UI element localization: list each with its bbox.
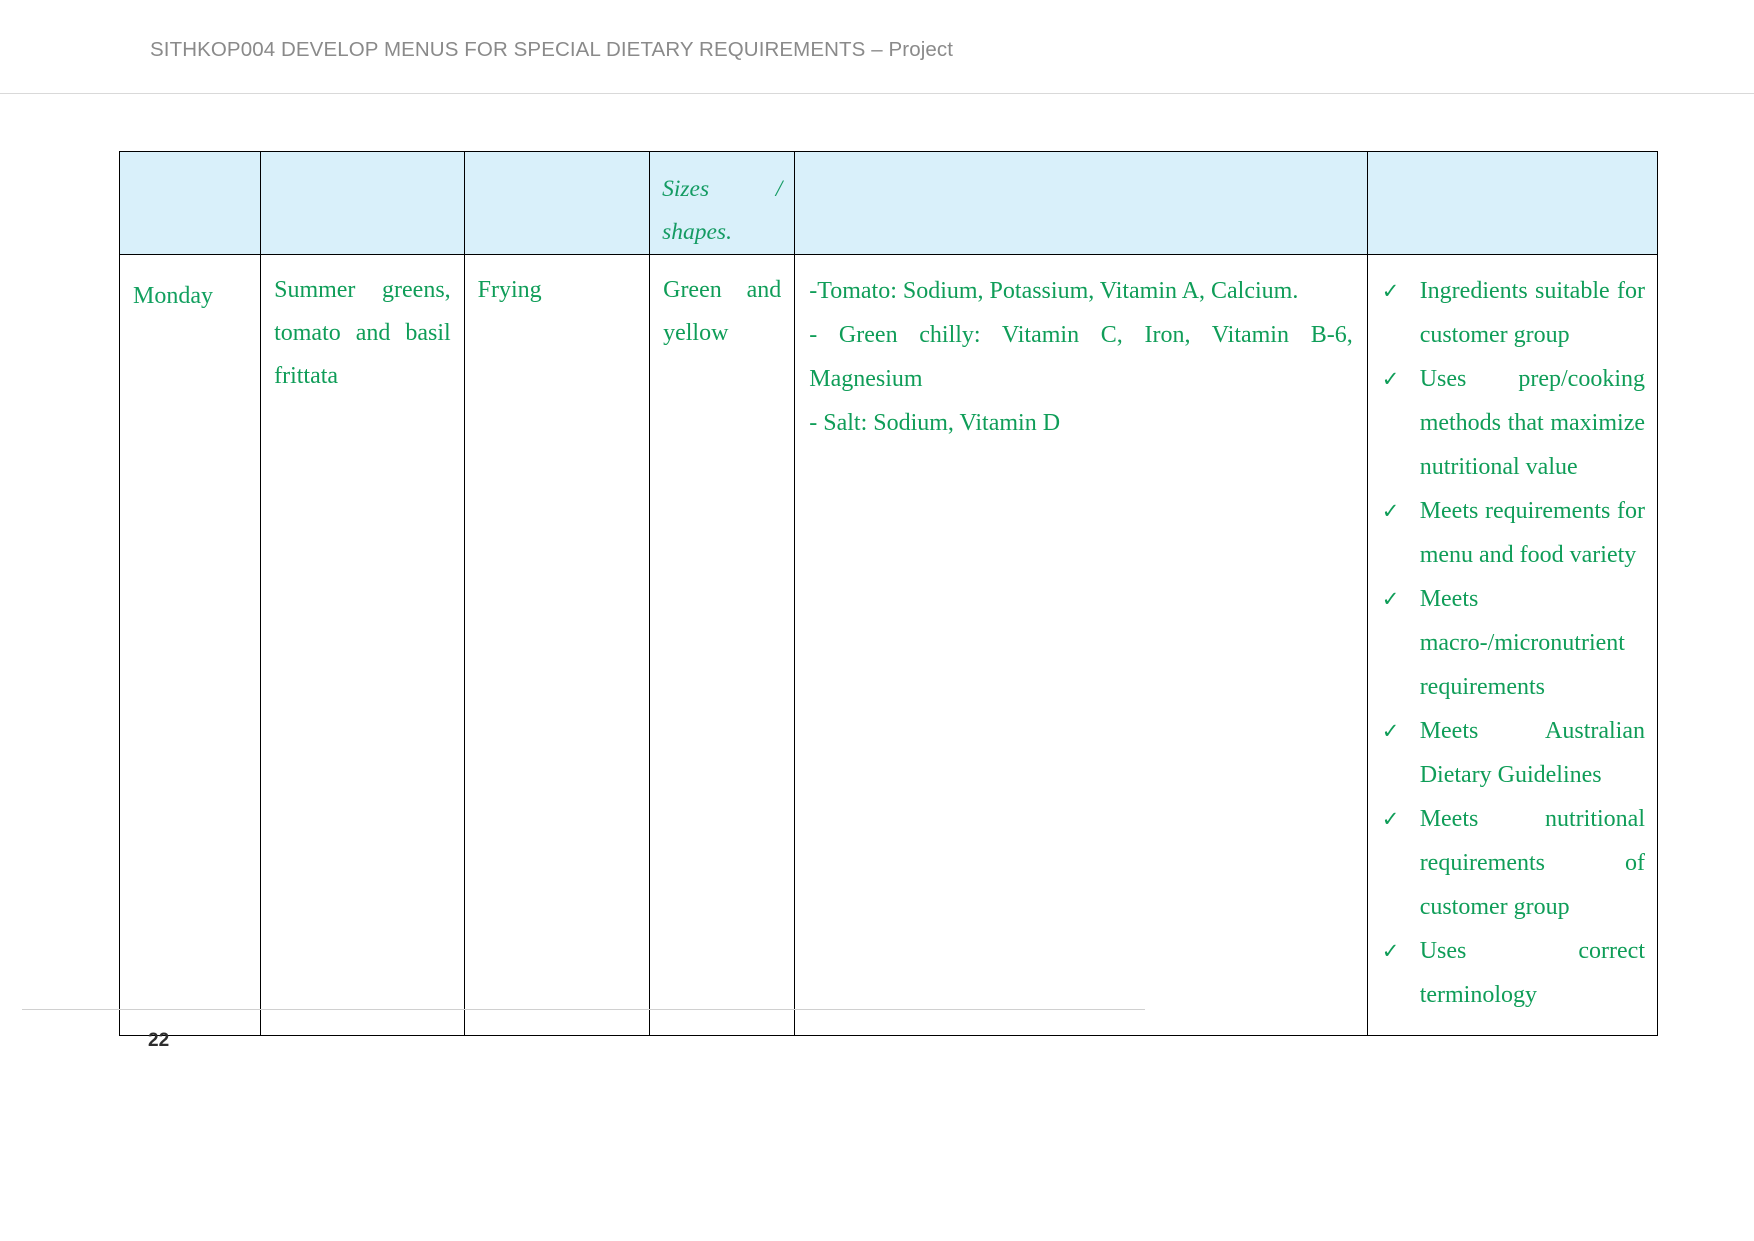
header-course-title: SITHKOP004 DEVELOP MENUS FOR SPECIAL DIE… [150,38,954,61]
table-header-row: Sizes / shapes. [118,151,1659,255]
table-row: Monday Summer greens, tomato and basil f… [118,254,1659,1036]
header-cell-nutrients [794,151,1368,255]
cell-day: Monday [118,254,262,1036]
checkmark-icon: ✓ [1381,939,1400,963]
header-cell-checklist [1366,151,1659,255]
list-item: ✓ Uses prep/cooking methods that maximiz… [1378,357,1645,489]
checkmark-icon: ✓ [1381,279,1400,303]
header-cell-sizes-line1: Sizes / [662,176,783,202]
page-number: 22 [148,1030,170,1051]
header-cell-dish [260,151,465,255]
nutrient-list: -Tomato: Sodium, Potassium, Vitamin A, C… [795,255,1366,463]
list-item: ✓ Meets Australian Dietary Guidelines [1378,709,1645,797]
checkmark-icon: ✓ [1381,587,1400,611]
header-cell-sizes-shapes: Sizes / shapes. [649,151,796,255]
checkmark-icon: ✓ [1381,719,1400,743]
assessment-checklist: ✓ Ingredients suitable for customer grou… [1368,255,1657,1035]
checklist-item-label: Ingredients suitable for customer group [1419,278,1645,348]
header-cell-method [463,151,651,255]
checklist-item-label: Meets Australian Dietary Guidelines [1419,718,1645,788]
cell-cooking-method: Frying [463,254,651,1036]
header-divider [0,93,1754,94]
header-cell-day [118,151,262,255]
header-cell-nutrients-label [795,152,1366,168]
dish-name: Summer greens, tomato and basil frittata [274,277,451,389]
nutrient-line: -Tomato: Sodium, Potassium, Vitamin A, C… [809,278,1299,304]
header-cell-checklist-label [1368,152,1657,168]
header-cell-sizes-line2: shapes. [662,219,732,245]
cell-assessment-checklist: ✓ Ingredients suitable for customer grou… [1366,254,1659,1036]
list-item: ✓ Meets requirements for menu and food v… [1378,489,1645,577]
sizes-shapes-value: Green and yellow [663,277,782,346]
footer-divider [22,1009,1145,1010]
checkmark-icon: ✓ [1381,367,1400,391]
header-cell-dish-label [261,152,464,168]
nutrient-line: - Green chilly: Vitamin C, Iron, Vitamin… [809,322,1353,392]
document-page: SITHKOP004 DEVELOP MENUS FOR SPECIAL DIE… [0,0,1754,1241]
checklist-item-label: Meets macro-/micronutrient requirements [1419,586,1625,700]
checklist-item-label: Meets nutritional requirements of custom… [1419,806,1645,920]
header-cell-method-label [465,152,649,168]
page-header: SITHKOP004 DEVELOP MENUS FOR SPECIAL DIE… [0,0,1754,94]
checklist-item-label: Uses prep/cooking methods that maximize … [1419,366,1645,480]
checkmark-icon: ✓ [1381,499,1400,523]
nutrient-line: - Salt: Sodium, Vitamin D [809,410,1061,436]
header-cell-day-label [120,152,260,168]
day-label: Monday [133,283,213,309]
cell-sizes-shapes: Green and yellow [649,254,796,1036]
checklist-item-label: Uses correct terminology [1419,938,1645,1008]
cell-nutrients: -Tomato: Sodium, Potassium, Vitamin A, C… [794,254,1368,1036]
list-item: ✓ Meets nutritional requirements of cust… [1378,797,1645,929]
list-item: ✓ Ingredients suitable for customer grou… [1378,269,1645,357]
cooking-method: Frying [477,277,542,303]
menu-planning-table: Sizes / shapes. Monday Summer greens, to… [118,151,1659,1036]
list-item: ✓ Meets macro-/micronutrient requirement… [1378,577,1645,709]
checkmark-icon: ✓ [1381,807,1400,831]
cell-dish: Summer greens, tomato and basil frittata [260,254,465,1036]
checklist-item-label: Meets requirements for menu and food var… [1419,498,1645,568]
list-item: ✓ Uses correct terminology [1378,929,1645,1017]
